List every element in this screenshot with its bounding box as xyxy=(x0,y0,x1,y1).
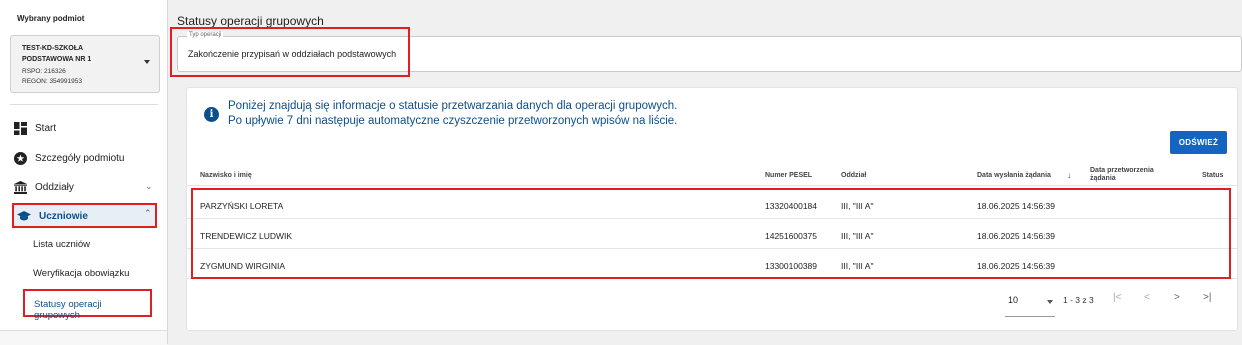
subnav-student-list[interactable]: Lista uczniów xyxy=(33,239,90,250)
info-icon: i xyxy=(204,107,219,122)
refresh-button[interactable]: ODŚWIEŻ xyxy=(1170,131,1227,154)
divider xyxy=(10,104,158,105)
chevron-up-icon: ⌃ xyxy=(144,208,152,218)
next-page-icon[interactable]: > xyxy=(1174,292,1180,303)
page-title: Statusy operacji grupowych xyxy=(177,14,324,28)
last-page-icon[interactable]: >| xyxy=(1203,292,1211,303)
chevron-down-icon: ⌄ xyxy=(145,181,153,191)
entity-selector[interactable]: TEST-KD-SZKOŁA PODSTAWOWA NR 1 RSPO: 216… xyxy=(10,35,160,93)
sidebar-footer xyxy=(0,330,167,345)
subnav-group-statuses-label: Statusy operacji grupowych xyxy=(34,299,102,321)
prev-page-icon[interactable]: < xyxy=(1144,292,1150,303)
subnav-group-statuses[interactable]: Statusy operacji grupowych xyxy=(23,289,152,321)
subnav-verification[interactable]: Weryfikacja obowiązku xyxy=(33,268,129,279)
header-divider xyxy=(187,185,1237,186)
col-header-status[interactable]: Status xyxy=(1202,172,1223,179)
nav-item-details[interactable]: Szczegóły podmiotu xyxy=(13,147,125,169)
nav-item-start[interactable]: Start xyxy=(13,117,56,139)
building-icon xyxy=(13,180,27,194)
caret-down-icon xyxy=(1047,300,1053,304)
nav-item-students[interactable]: Uczniowie ⌃ xyxy=(12,203,157,228)
col-header-sent[interactable]: Data wysłania żądania xyxy=(977,172,1051,179)
caret-down-icon xyxy=(144,60,150,64)
page-size-select[interactable]: 10 xyxy=(1005,291,1055,317)
nav-label-start: Start xyxy=(35,122,57,134)
info-text-line2: Po upływie 7 dni następuje automatyczne … xyxy=(228,115,678,127)
col-header-pesel[interactable]: Numer PESEL xyxy=(765,172,812,179)
dashboard-icon xyxy=(13,121,27,135)
badge-icon xyxy=(13,151,27,165)
status-card: i Poniżej znajdują się informacje o stat… xyxy=(186,87,1238,331)
page-size-value: 10 xyxy=(1008,295,1019,305)
selected-entity-label: Wybrany podmiot xyxy=(17,14,85,23)
entity-regon: REGON: 354991953 xyxy=(22,78,82,85)
first-page-icon[interactable]: |< xyxy=(1113,292,1121,303)
entity-name: TEST-KD-SZKOŁA PODSTAWOWA NR 1 xyxy=(22,45,92,63)
nav-label-details: Szczegóły podmiotu xyxy=(35,152,125,164)
nav-label-students: Uczniowie xyxy=(39,210,88,222)
graduation-cap-icon xyxy=(17,209,31,223)
highlight-frame xyxy=(191,188,1231,279)
sort-arrow-down-icon[interactable]: ↓ xyxy=(1067,170,1072,180)
nav-label-units: Oddziały xyxy=(35,181,74,193)
col-header-unit[interactable]: Oddział xyxy=(841,172,866,179)
col-header-name[interactable]: Nazwisko i imię xyxy=(200,172,252,179)
pagination-range: 1 - 3 z 3 xyxy=(1063,295,1094,305)
sidebar: Wybrany podmiot TEST-KD-SZKOŁA PODSTAWOW… xyxy=(0,0,168,345)
info-text-line1: Poniżej znajdują się informacje o status… xyxy=(228,100,678,112)
nav-item-units[interactable]: Oddziały ⌄ xyxy=(13,176,158,198)
col-header-processed[interactable]: Data przetworzenia żądania xyxy=(1090,167,1170,183)
highlight-frame xyxy=(170,27,410,77)
entity-rspo: RSPO: 216326 xyxy=(22,68,66,75)
